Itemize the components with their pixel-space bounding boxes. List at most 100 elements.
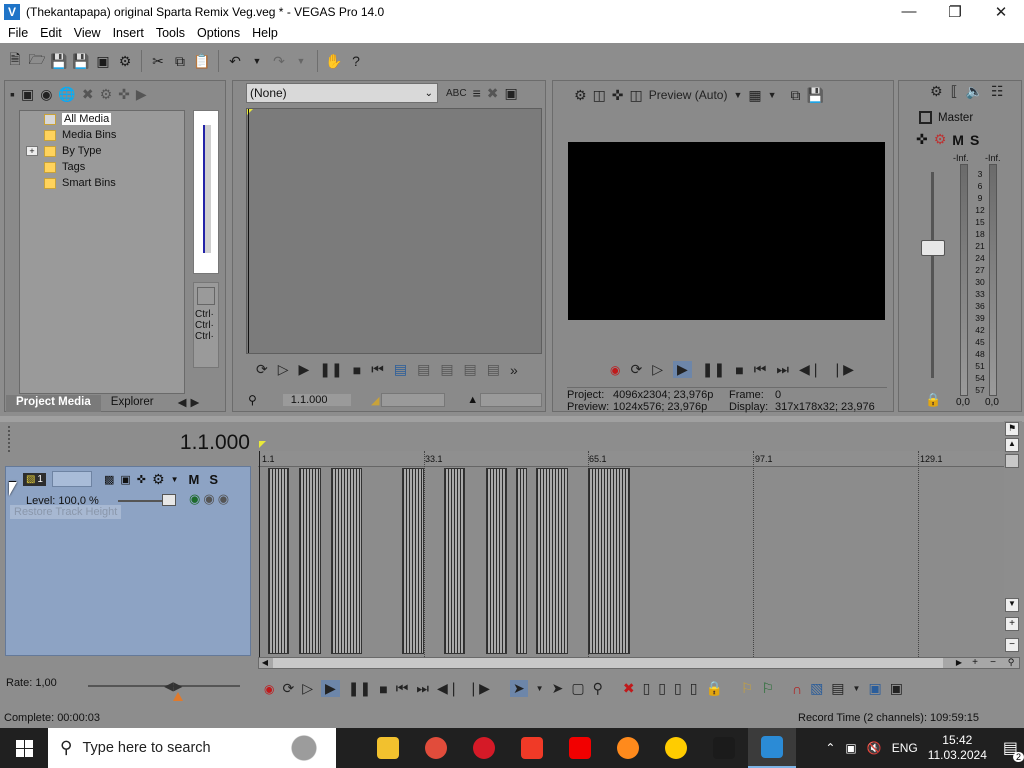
envelope-tool-icon[interactable]: ➤ (552, 680, 564, 697)
lock-icon[interactable]: 🔒 (925, 392, 941, 408)
loop-playback-icon[interactable]: ⟳ (256, 361, 268, 378)
track-solo-button[interactable]: S (209, 472, 218, 487)
master-mute-button[interactable]: M (952, 132, 964, 148)
trimmer-viewport[interactable] (246, 108, 542, 354)
firefox-icon[interactable] (604, 728, 652, 768)
track-area[interactable] (258, 451, 1004, 657)
undo-icon[interactable]: ↶ (226, 52, 244, 70)
trim-start-icon[interactable]: ▯ (658, 680, 666, 697)
add-after-icon[interactable]: ▤ (440, 361, 453, 378)
import-media-icon[interactable]: ▪ (10, 86, 15, 102)
zoom-out-vertical-icon[interactable]: − (1005, 638, 1019, 652)
opera-icon[interactable] (460, 728, 508, 768)
copy-icon[interactable]: ⧉ (171, 52, 189, 70)
chrome-icon[interactable] (412, 728, 460, 768)
stop-icon[interactable]: ■ (353, 362, 361, 378)
video-clip[interactable] (268, 468, 289, 654)
lock-icon[interactable]: 🔒 (705, 680, 722, 697)
7zip-icon[interactable] (700, 728, 748, 768)
pause-icon[interactable]: ❚❚ (319, 361, 342, 378)
insert-region-icon[interactable]: ⚐ (761, 680, 774, 697)
file-explorer-icon[interactable] (364, 728, 412, 768)
timeline-vertical-scrollbar[interactable]: ⚑ ▲ ▼ + − (1004, 421, 1022, 671)
zoom-icon[interactable]: ⚲ (1005, 658, 1017, 668)
pan-crop-icon[interactable]: ▣ (120, 473, 130, 486)
normal-edit-tool-icon[interactable]: ➤ (509, 680, 528, 697)
go-to-start-icon[interactable]: ⏮ (754, 361, 767, 378)
save-icon[interactable]: 💾 (50, 52, 68, 70)
snapping-magnet-icon[interactable]: ∩ (792, 681, 802, 697)
chevron-down-icon[interactable]: ▼ (171, 475, 179, 484)
prev-frame-icon[interactable]: ◀❘ (437, 680, 460, 697)
menu-view[interactable]: View (70, 26, 109, 40)
trim-in-icon[interactable]: ◢ (371, 394, 379, 407)
expand-plus-icon[interactable]: + (26, 146, 38, 156)
remove-media-icon[interactable]: ✖ (82, 86, 94, 103)
redo-icon[interactable]: ↷ (270, 52, 288, 70)
play-from-start-icon[interactable]: ▷ (278, 361, 289, 378)
tree-item-tags[interactable]: Tags (44, 159, 85, 175)
save-snapshot-icon[interactable]: 💾 (807, 87, 824, 104)
record-icon[interactable]: ◉ (264, 682, 274, 696)
video-clip[interactable] (402, 468, 424, 654)
timeline-grip[interactable] (8, 426, 11, 452)
go-to-end-icon[interactable]: ⏭ (776, 361, 789, 378)
trim-end-icon[interactable]: ▯ (674, 680, 682, 697)
whats-this-help-icon[interactable]: ? (347, 52, 365, 70)
start-button[interactable] (0, 728, 48, 768)
trimmer-mode-icon[interactable]: ▤ (394, 361, 407, 378)
loop-playback-icon[interactable]: ⟳ (630, 361, 642, 378)
new-file-icon[interactable]: 🗎 (6, 51, 24, 70)
selection-tool-icon[interactable]: ▢ (571, 680, 584, 697)
trim-in-field[interactable] (381, 393, 446, 407)
tree-item-by-type[interactable]: + By Type (26, 143, 102, 159)
media-list-scrollbar[interactable] (193, 110, 219, 274)
taskbar-search[interactable]: ⚲ Type here to search (48, 728, 336, 768)
next-frame-icon[interactable]: ❘▶ (467, 680, 490, 697)
trim-out-icon[interactable]: ▲ (467, 394, 478, 406)
pin-icon[interactable]: ⚲ (248, 393, 257, 407)
language-indicator[interactable]: ENG (892, 741, 918, 755)
video-clip[interactable] (486, 468, 507, 654)
clock[interactable]: 15:42 11.03.2024 (928, 733, 987, 763)
external-monitor-icon[interactable]: ◫ (593, 87, 606, 104)
scroll-right-icon[interactable]: ▶ (953, 658, 965, 668)
clear-icon[interactable]: ✖ (487, 85, 499, 102)
add-to-timeline-icon[interactable]: ▤ (417, 361, 430, 378)
zoom-tool-icon[interactable]: ⚲ (593, 680, 603, 697)
plugin-icon[interactable]: ✜ (118, 86, 130, 103)
master-fx-gear-icon[interactable]: ⚙ (934, 131, 947, 148)
speaker-icon[interactable]: 🔈 (966, 83, 983, 100)
zoom-out-horizontal-icon[interactable]: − (987, 658, 999, 668)
master-solo-button[interactable]: S (970, 132, 979, 148)
chevron-down-icon[interactable]: ▼ (536, 684, 544, 693)
go-to-start-icon[interactable]: ⏮ (371, 361, 384, 378)
tab-scroll-left-icon[interactable]: ◀ (178, 395, 187, 412)
video-clip[interactable] (331, 468, 362, 654)
delete-icon[interactable]: ✖ (623, 680, 635, 697)
next-frame-icon[interactable]: ❘▶ (831, 361, 854, 378)
go-to-start-icon[interactable]: ⏮ (396, 680, 409, 697)
youtube-icon[interactable] (556, 728, 604, 768)
grid-overlay-icon[interactable]: ▦ (748, 87, 761, 104)
zoom-in-horizontal-icon[interactable]: + (969, 658, 981, 668)
play-media-icon[interactable]: ▶ (136, 86, 147, 103)
scroll-thumb[interactable] (273, 658, 943, 668)
track-motion-icon[interactable]: ▩ (104, 473, 114, 486)
zoom-in-vertical-icon[interactable]: + (1005, 617, 1019, 631)
vegas-taskbar-icon[interactable] (748, 728, 796, 768)
master-fader-knob[interactable] (921, 240, 945, 256)
scroll-up-icon[interactable]: ▲ (1005, 438, 1019, 452)
minimize-button[interactable]: — (886, 0, 932, 23)
chevron-down-icon[interactable]: ▼ (733, 90, 742, 100)
chevron-down-icon[interactable]: ▼ (853, 684, 861, 693)
capture-video-icon[interactable]: ▣ (21, 86, 34, 103)
paste-icon[interactable]: 📋 (193, 52, 211, 70)
marker-flag-icon[interactable]: ⚑ (1005, 422, 1019, 436)
play-icon[interactable]: ▶ (673, 361, 692, 378)
fit-icon[interactable]: ▤ (487, 361, 500, 378)
list-edit-icon[interactable]: ≡ (473, 85, 481, 101)
composite-mode-icon[interactable]: ◉ (189, 491, 200, 507)
video-clip[interactable] (299, 468, 321, 654)
play-icon[interactable]: ▶ (299, 361, 310, 378)
